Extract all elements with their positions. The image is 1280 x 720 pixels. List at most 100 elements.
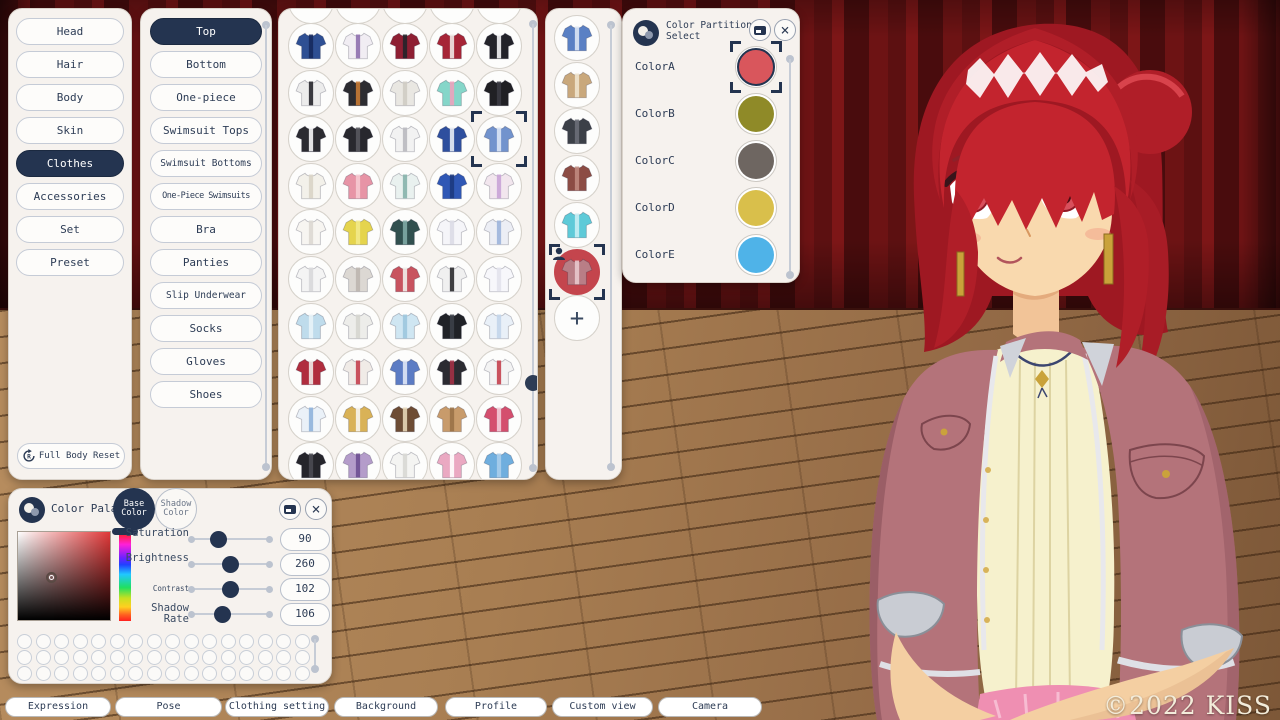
item-thumb[interactable] bbox=[429, 116, 475, 162]
item-thumb[interactable] bbox=[382, 23, 428, 69]
saved-color-slot[interactable] bbox=[147, 666, 162, 681]
item-thumb[interactable] bbox=[335, 116, 381, 162]
slider-value-shadow-rate[interactable]: 106 bbox=[280, 603, 330, 626]
outfit-variant-selected[interactable] bbox=[554, 249, 600, 295]
outfit-variant[interactable] bbox=[554, 155, 600, 201]
saved-color-slot[interactable] bbox=[73, 666, 88, 681]
item-thumb[interactable] bbox=[288, 303, 334, 349]
saved-color-slot[interactable] bbox=[202, 666, 217, 681]
grid-scroll-bottom[interactable] bbox=[529, 464, 537, 472]
saved-color-slot[interactable] bbox=[184, 634, 199, 649]
saved-color-slot[interactable] bbox=[239, 666, 254, 681]
item-thumb[interactable] bbox=[335, 442, 381, 480]
color-swatch-colore[interactable] bbox=[735, 234, 777, 276]
item-thumb[interactable] bbox=[382, 209, 428, 255]
item-thumb[interactable] bbox=[476, 442, 522, 480]
item-thumb[interactable] bbox=[382, 116, 428, 162]
toolbar-camera[interactable]: Camera bbox=[658, 697, 762, 717]
slider-value-contrast[interactable]: 102 bbox=[280, 578, 330, 601]
item-thumb[interactable] bbox=[288, 349, 334, 395]
subcategory-swimsuit-bottoms[interactable]: Swimsuit Bottoms bbox=[150, 150, 262, 177]
saved-color-slot[interactable] bbox=[54, 634, 69, 649]
saved-color-slot[interactable] bbox=[17, 666, 32, 681]
color-swatch-colorc[interactable] bbox=[735, 140, 777, 182]
saved-color-slot[interactable] bbox=[202, 634, 217, 649]
tab-base-color[interactable]: Base Color bbox=[113, 488, 155, 530]
outfit-variant[interactable] bbox=[554, 108, 600, 154]
window-button[interactable] bbox=[749, 19, 771, 41]
category-set[interactable]: Set bbox=[16, 216, 124, 243]
saved-color-slot[interactable] bbox=[239, 634, 254, 649]
saved-color-slot[interactable] bbox=[295, 666, 310, 681]
saved-color-slot[interactable] bbox=[110, 634, 125, 649]
subcategory-bottom[interactable]: Bottom bbox=[150, 51, 262, 78]
tab-shadow-color[interactable]: Shadow Color bbox=[155, 488, 197, 530]
color-field-cursor[interactable] bbox=[46, 572, 57, 583]
item-thumb[interactable] bbox=[476, 349, 522, 395]
outfit-variant[interactable] bbox=[554, 62, 600, 108]
outfit-variant[interactable] bbox=[554, 15, 600, 61]
item-thumb[interactable] bbox=[429, 442, 475, 480]
item-thumb[interactable] bbox=[335, 163, 381, 209]
saved-color-slot[interactable] bbox=[147, 650, 162, 665]
subcategory-bra[interactable]: Bra bbox=[150, 216, 262, 243]
item-thumb[interactable] bbox=[476, 163, 522, 209]
color-field[interactable] bbox=[17, 531, 111, 621]
saved-color-slot[interactable] bbox=[295, 650, 310, 665]
subcategory-one-piece-swimsuits[interactable]: One-Piece Swimsuits bbox=[150, 183, 262, 210]
item-thumb[interactable] bbox=[429, 256, 475, 302]
slider-handle-saturation[interactable] bbox=[210, 531, 227, 548]
slider-handle-brightness[interactable] bbox=[222, 556, 239, 573]
saved-color-slot[interactable] bbox=[258, 666, 273, 681]
saved-color-slot[interactable] bbox=[91, 666, 106, 681]
item-thumb-selected[interactable] bbox=[476, 116, 522, 162]
saved-color-slot[interactable] bbox=[221, 666, 236, 681]
strip-scroll-bottom[interactable] bbox=[607, 463, 615, 471]
item-thumb[interactable] bbox=[476, 256, 522, 302]
saved-color-slot[interactable] bbox=[36, 650, 51, 665]
category-clothes[interactable]: Clothes bbox=[16, 150, 124, 177]
item-thumb[interactable] bbox=[288, 23, 334, 69]
saved-color-slot[interactable] bbox=[276, 666, 291, 681]
toolbar-expression[interactable]: Expression bbox=[5, 697, 111, 717]
subcategory-top[interactable]: Top bbox=[150, 18, 262, 45]
item-thumb-partial[interactable] bbox=[429, 8, 475, 24]
item-thumb[interactable] bbox=[288, 442, 334, 480]
color-swatch-colord[interactable] bbox=[735, 187, 777, 229]
slider-handle-contrast[interactable] bbox=[222, 581, 239, 598]
item-thumb-partial[interactable] bbox=[288, 8, 334, 24]
subcategory-gloves[interactable]: Gloves bbox=[150, 348, 262, 375]
color-swatch-colorb[interactable] bbox=[735, 93, 777, 135]
item-thumb[interactable] bbox=[288, 396, 334, 442]
saved-color-slot[interactable] bbox=[36, 634, 51, 649]
outfit-variant[interactable] bbox=[554, 202, 600, 248]
subcategory-swimsuit-tops[interactable]: Swimsuit Tops bbox=[150, 117, 262, 144]
add-variant-button[interactable]: + bbox=[554, 295, 600, 341]
item-thumb[interactable] bbox=[429, 163, 475, 209]
item-thumb[interactable] bbox=[382, 163, 428, 209]
item-thumb[interactable] bbox=[382, 442, 428, 480]
subcategory-socks[interactable]: Socks bbox=[150, 315, 262, 342]
saved-color-slot[interactable] bbox=[54, 650, 69, 665]
saved-color-slot[interactable] bbox=[295, 634, 310, 649]
item-thumb[interactable] bbox=[382, 70, 428, 116]
saved-color-slot[interactable] bbox=[128, 634, 143, 649]
swatch-scroll-bottom[interactable] bbox=[311, 665, 319, 673]
saved-color-slot[interactable] bbox=[184, 666, 199, 681]
saved-color-slot[interactable] bbox=[165, 634, 180, 649]
slider-handle-shadow-rate[interactable] bbox=[214, 606, 231, 623]
item-thumb[interactable] bbox=[335, 303, 381, 349]
item-thumb[interactable] bbox=[429, 209, 475, 255]
slider-value-brightness[interactable]: 260 bbox=[280, 553, 330, 576]
color-swatch-colora[interactable] bbox=[735, 46, 777, 88]
subcategory-slip-underwear[interactable]: Slip Underwear bbox=[150, 282, 262, 309]
saved-color-slot[interactable] bbox=[91, 634, 106, 649]
close-icon[interactable]: × bbox=[774, 19, 796, 41]
saved-color-slot[interactable] bbox=[258, 650, 273, 665]
saved-color-slot[interactable] bbox=[276, 634, 291, 649]
item-thumb[interactable] bbox=[288, 256, 334, 302]
saved-color-slot[interactable] bbox=[165, 666, 180, 681]
item-thumb[interactable] bbox=[288, 116, 334, 162]
item-thumb[interactable] bbox=[335, 209, 381, 255]
item-thumb[interactable] bbox=[476, 70, 522, 116]
